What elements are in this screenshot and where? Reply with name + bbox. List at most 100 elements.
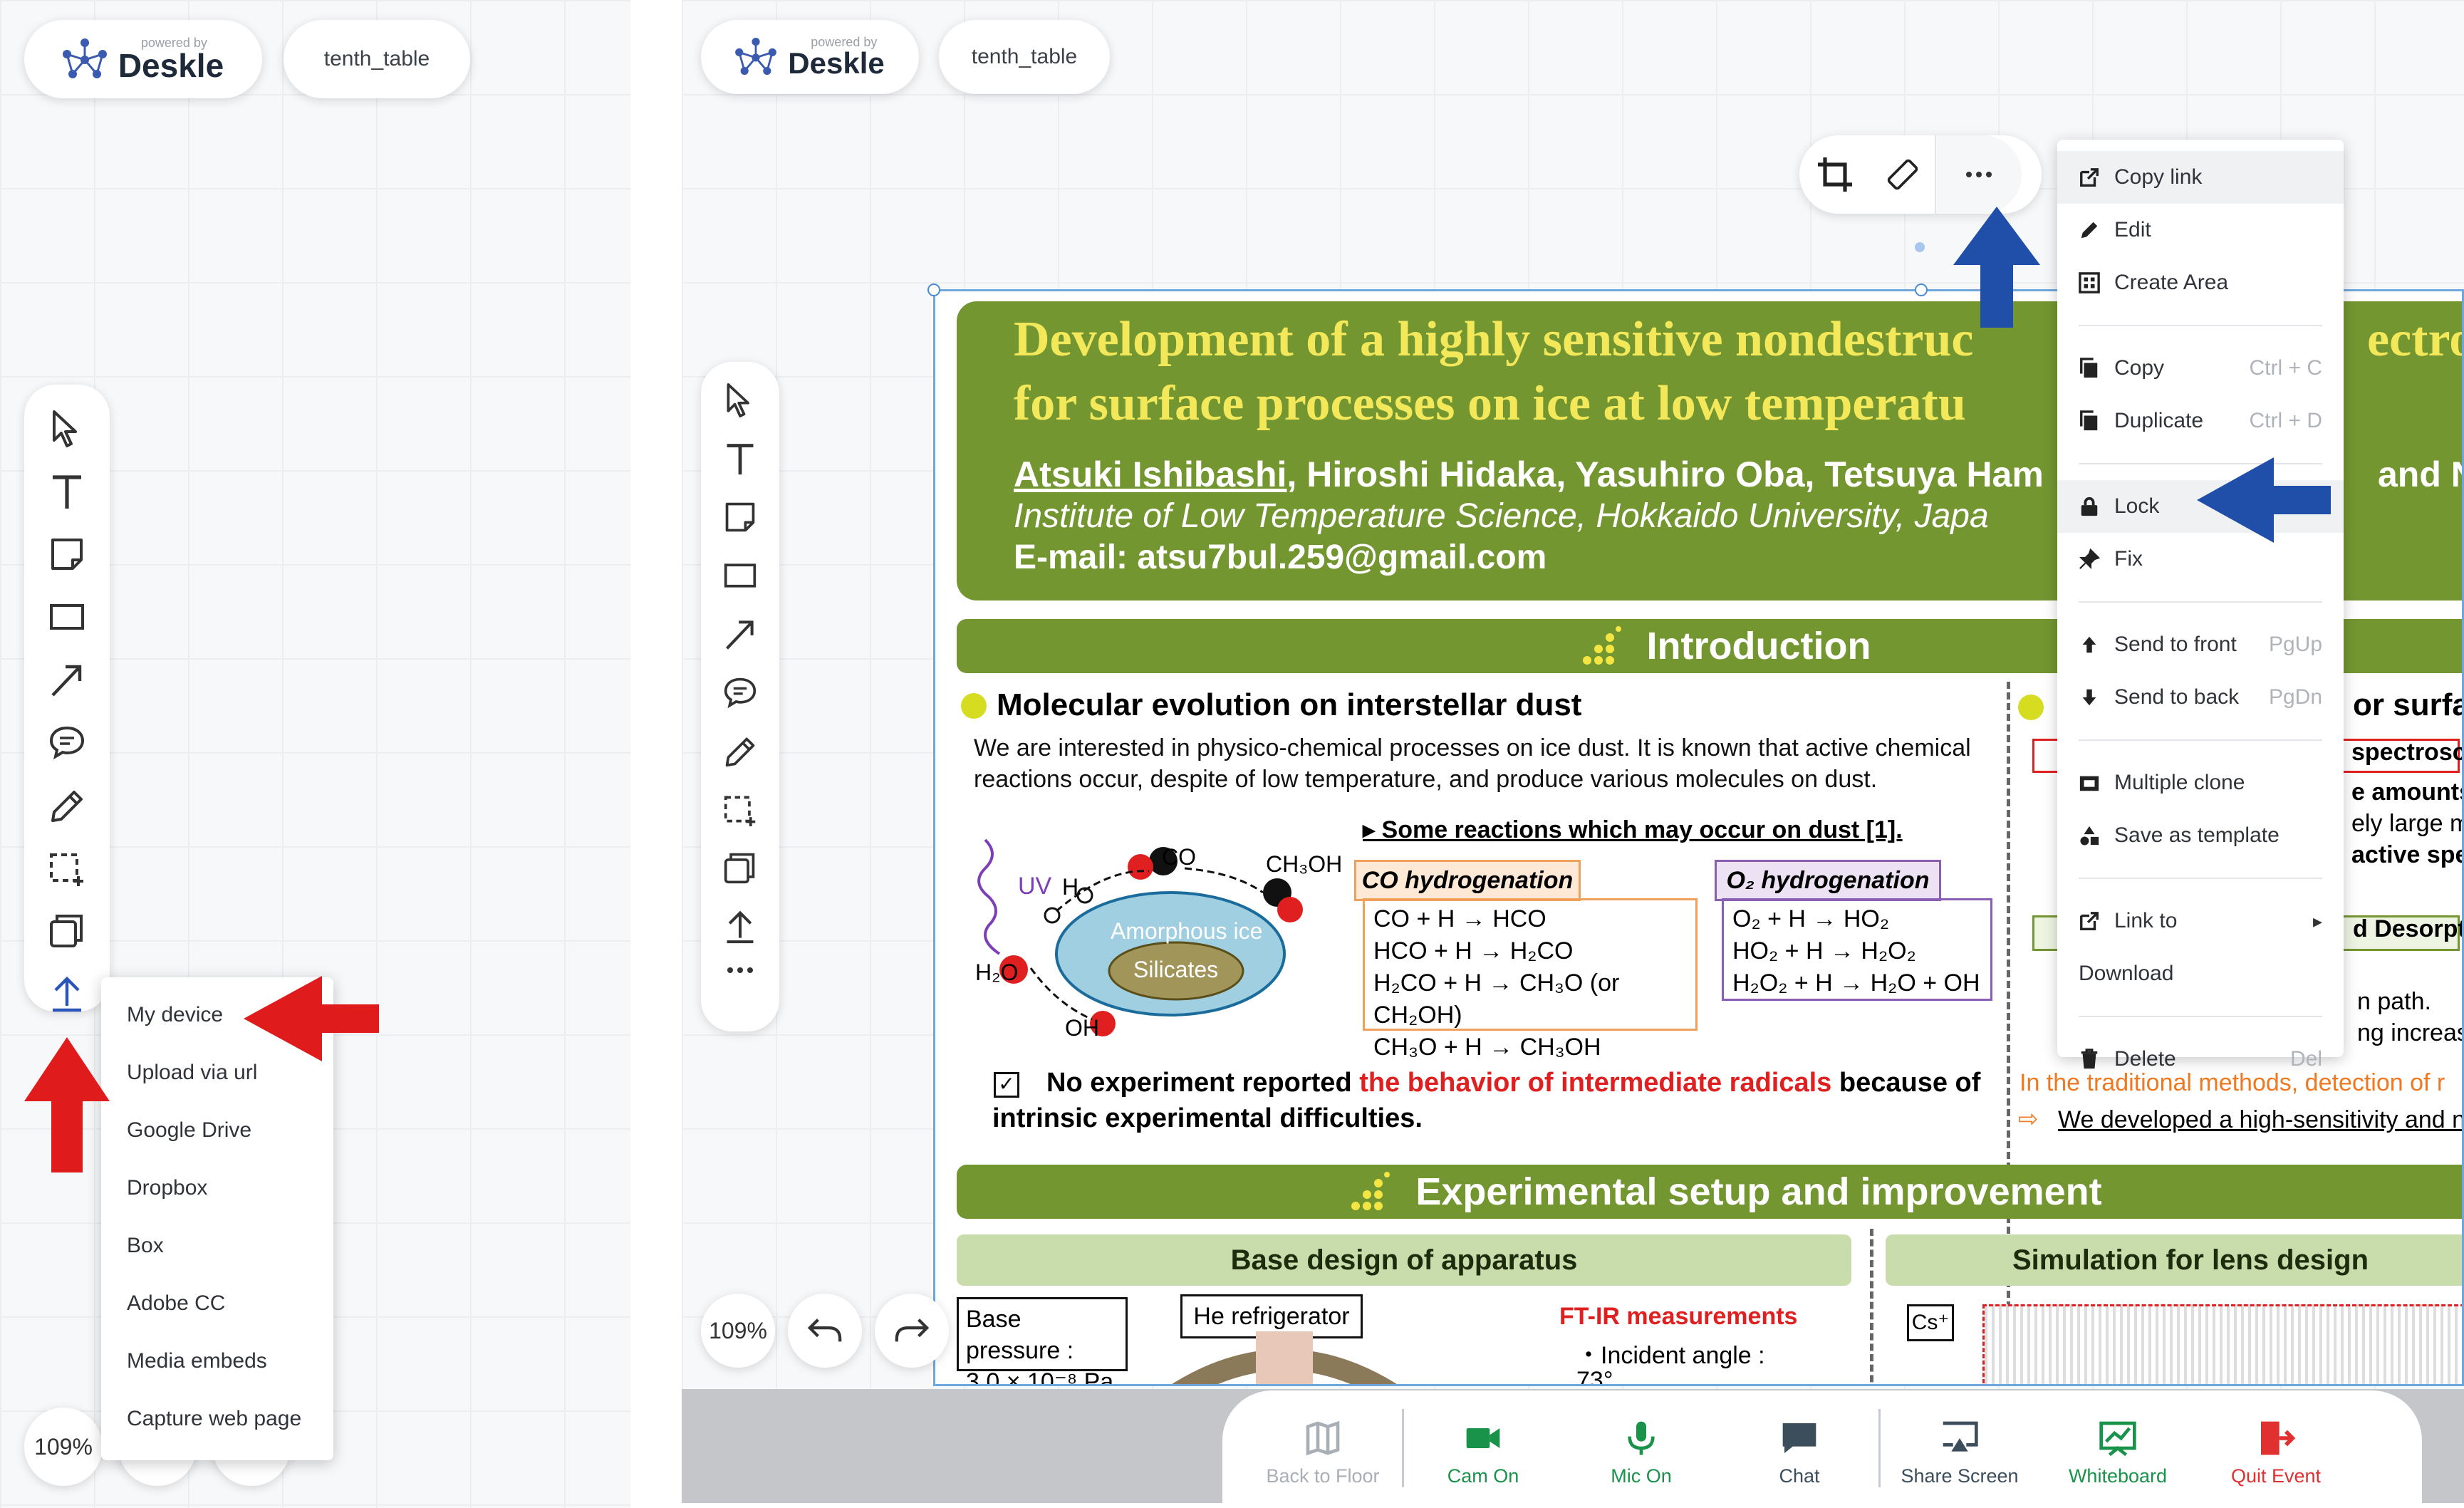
- mic-on-button[interactable]: Mic On: [1562, 1409, 1720, 1487]
- pencil-tool[interactable]: [723, 732, 757, 769]
- share-screen-button[interactable]: Share Screen: [1881, 1409, 2039, 1487]
- selection-handle[interactable]: [1915, 284, 1928, 296]
- left-zoom-label: 109%: [34, 1433, 93, 1460]
- deskle-logo-pill[interactable]: powered by Deskle: [24, 20, 262, 98]
- comment-icon: [724, 677, 757, 709]
- menu-item-duplicate[interactable]: Duplicate Ctrl + D: [2057, 395, 2344, 447]
- board-name: tenth_table: [323, 47, 430, 71]
- comment-tool[interactable]: [723, 674, 757, 711]
- poster-authors: , Hiroshi Hidaka, Yasuhiro Oba, Tetsuya …: [1286, 454, 2044, 494]
- layers-icon: [724, 853, 755, 884]
- board-name-pill[interactable]: tenth_table: [284, 20, 470, 98]
- checkbox-icon: ✓: [994, 1072, 1019, 1098]
- undo-icon: [807, 1319, 842, 1342]
- brand-name: Deskle: [118, 47, 224, 84]
- upload-menu-item[interactable]: Capture web page: [101, 1390, 333, 1447]
- exit-icon: [2261, 1421, 2296, 1455]
- upload-menu-item[interactable]: Adobe CC: [101, 1274, 333, 1332]
- back-to-floor-button[interactable]: Back to Floor: [1244, 1409, 1402, 1487]
- menu-item-delete[interactable]: Delete Del: [2057, 1033, 2344, 1086]
- co-reaction: H₂CO + H → CH₃O (or CH₂OH): [1373, 969, 1620, 1029]
- poster-institute: Institute of Low Temperature Science, Ho…: [1014, 497, 1989, 535]
- no-experiment-line1: No experiment reported the behavior of i…: [1046, 1068, 1981, 1098]
- poster-email: E-mail: atsu7bul.259@gmail.com: [1014, 539, 1547, 576]
- ruler-button[interactable]: [1871, 135, 1935, 214]
- lens-simulation-image: [1982, 1304, 2462, 1384]
- upload-menu-item[interactable]: Dropbox: [101, 1159, 333, 1217]
- more-icon: [1966, 172, 1992, 177]
- co-reaction: HCO + H → H₂CO: [1373, 937, 1574, 964]
- blue-arrow-left-pointing: [2197, 457, 2331, 543]
- menu-item-copy-link[interactable]: Copy link: [2057, 151, 2344, 204]
- deskle-logo-pill[interactable]: powered by Deskle: [701, 20, 919, 94]
- deskle-logo-icon: [62, 38, 107, 78]
- pencil-tool[interactable]: [48, 785, 85, 825]
- arrow-icon: [51, 665, 82, 697]
- selection-tool[interactable]: [48, 848, 85, 888]
- diagram-silicates: Silicates: [1133, 957, 1219, 982]
- cursor-tool[interactable]: [723, 382, 757, 419]
- selection-handle[interactable]: [927, 284, 940, 296]
- selection-tool[interactable]: [723, 791, 757, 828]
- apparatus-drawing: [1172, 1331, 1397, 1384]
- crop-button[interactable]: [1799, 135, 1871, 214]
- ftir-title: FT-IR measurements: [1559, 1303, 1798, 1330]
- o2-reaction: H₂O₂ + H → H₂O + OH: [1732, 969, 1980, 997]
- text-tool[interactable]: [48, 472, 85, 511]
- cursor-tool[interactable]: [48, 409, 85, 449]
- comment-tool[interactable]: [48, 722, 85, 762]
- menu-item-create-area[interactable]: Create Area: [2057, 256, 2344, 309]
- more-tools[interactable]: [724, 966, 756, 974]
- right-column-title: or surfac: [2353, 687, 2462, 722]
- redo-button[interactable]: [875, 1294, 949, 1368]
- menu-item-download[interactable]: Download: [2057, 947, 2344, 1000]
- board-name-pill[interactable]: tenth_table: [939, 20, 1110, 94]
- menu-item-multiple-clone[interactable]: Multiple clone: [2057, 756, 2344, 809]
- arrow-tool[interactable]: [723, 615, 757, 652]
- rotate-handle[interactable]: [1915, 242, 1925, 252]
- poster-title-line1: Development of a highly sensitive nondes…: [1014, 312, 1974, 367]
- right-zoom[interactable]: 109%: [701, 1294, 775, 1368]
- chat-button[interactable]: Chat: [1720, 1409, 1878, 1487]
- duplicate-icon: [2080, 410, 2098, 431]
- upload-icon: [53, 976, 81, 1012]
- menu-item-send-to-front[interactable]: Send to front PgUp: [2057, 618, 2344, 671]
- menu-divider: [2079, 601, 2322, 603]
- menu-item-copy[interactable]: Copy Ctrl + C: [2057, 342, 2344, 395]
- menu-divider: [2079, 1016, 2322, 1017]
- undo-button[interactable]: [788, 1294, 862, 1368]
- upload-menu-item[interactable]: Media embeds: [101, 1332, 333, 1390]
- sticky-note-tool[interactable]: [723, 499, 757, 536]
- left-zoom[interactable]: 109%: [24, 1408, 103, 1486]
- menu-item-link-to[interactable]: Link to ▸: [2057, 895, 2344, 947]
- rectangle-tool[interactable]: [48, 597, 85, 637]
- layers-tool[interactable]: [48, 910, 85, 950]
- co-reactions-box: CO + H → HCO HCO + H → H₂CO H₂CO + H → C…: [1363, 898, 1698, 1061]
- right-column-r7: ng increasi: [2357, 1019, 2464, 1046]
- whiteboard-button[interactable]: Whiteboard: [2039, 1409, 2197, 1487]
- menu-item-save-as-template[interactable]: Save as template: [2057, 809, 2344, 862]
- right-column-developed: We developed a high-sensitivity and n: [2058, 1106, 2464, 1133]
- menu-divider: [2079, 325, 2322, 326]
- comment-icon: [49, 726, 85, 760]
- upload-tool[interactable]: [723, 908, 757, 945]
- upload-menu-item[interactable]: Google Drive: [101, 1101, 333, 1159]
- menu-item-send-to-back[interactable]: Send to back PgDn: [2057, 671, 2344, 724]
- more-options-button[interactable]: [1936, 135, 2022, 214]
- experimental-label: Experimental setup and improvement: [1415, 1170, 2102, 1213]
- upload-menu-item[interactable]: Box: [101, 1217, 333, 1274]
- cam-on-button[interactable]: Cam On: [1404, 1409, 1562, 1487]
- menu-item-edit[interactable]: Edit: [2057, 204, 2344, 256]
- selection-icon: [724, 796, 756, 826]
- sticky-note-tool[interactable]: [48, 534, 85, 574]
- quit-event-button[interactable]: Quit Event: [2197, 1409, 2355, 1487]
- arrow-tool[interactable]: [48, 660, 85, 700]
- poster-title-line2: for surface processes on ice at low temp…: [1014, 376, 1966, 431]
- pin-icon: [2079, 548, 2100, 569]
- camera-icon: [1466, 1428, 1500, 1448]
- rectangle-tool[interactable]: [723, 557, 757, 594]
- text-tool[interactable]: [723, 440, 757, 477]
- layers-tool[interactable]: [723, 849, 757, 886]
- cursor-icon: [53, 410, 77, 447]
- upload-tool[interactable]: [48, 973, 85, 1013]
